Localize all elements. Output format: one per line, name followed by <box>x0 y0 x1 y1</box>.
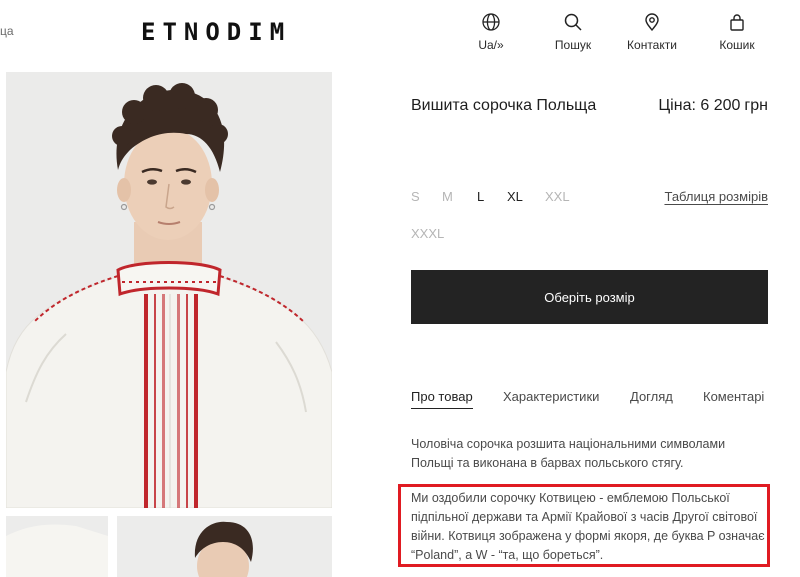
size-option-s[interactable]: S <box>411 189 420 204</box>
nav-search[interactable]: Пошук <box>538 12 608 52</box>
select-size-button[interactable]: Оберіть розмір <box>411 270 768 324</box>
thumbnail-shirt-detail <box>6 516 108 577</box>
product-description: Чоловіча сорочка розшита національними с… <box>411 437 726 470</box>
nav-search-label: Пошук <box>554 38 592 52</box>
tab-characteristics[interactable]: Характеристики <box>503 389 599 408</box>
nav-language[interactable]: Ua/» <box>456 12 526 52</box>
price-label: Ціна: <box>658 97 696 114</box>
size-option-l[interactable]: L <box>477 189 484 204</box>
product-photo-main[interactable] <box>6 72 332 508</box>
nav-language-label: Ua/» <box>478 38 504 52</box>
product-description-highlighted: Ми оздобили сорочку Котвицею - емблемою … <box>411 491 765 562</box>
location-pin-icon <box>645 13 659 32</box>
tab-about-product[interactable]: Про товар <box>411 389 473 409</box>
product-price: Ціна: 6 200 грн <box>658 93 768 118</box>
shopping-bag-icon <box>730 14 744 31</box>
thumbnail-model-head <box>117 516 332 577</box>
tab-comments[interactable]: Коментарі <box>703 389 764 408</box>
product-thumbnail[interactable] <box>117 516 332 577</box>
breadcrumb-fragment[interactable]: ца <box>0 24 14 38</box>
size-table-link[interactable]: Таблиця розмірів <box>664 189 768 204</box>
size-option-xl[interactable]: XL <box>507 189 523 204</box>
product-title: Вишита сорочка Польща <box>411 97 597 114</box>
model-in-shirt-illustration <box>6 72 332 508</box>
search-icon <box>564 13 582 31</box>
size-option-m[interactable]: M <box>442 189 453 204</box>
size-option-xxl[interactable]: XXL <box>545 189 570 204</box>
tab-care[interactable]: Догляд <box>630 389 673 408</box>
site-logo[interactable]: ETNODIM <box>141 18 291 46</box>
nav-cart-label: Кошик <box>719 38 755 52</box>
price-value: 6 200 <box>700 97 741 114</box>
nav-cart[interactable]: Кошик <box>702 12 772 52</box>
product-thumbnail[interactable] <box>6 516 108 577</box>
globe-icon <box>482 13 500 31</box>
nav-contacts-label: Контакти <box>627 38 677 52</box>
size-option-xxxl[interactable]: XXXL <box>411 226 444 241</box>
nav-contacts[interactable]: Контакти <box>617 12 687 52</box>
price-currency: грн <box>744 97 768 114</box>
